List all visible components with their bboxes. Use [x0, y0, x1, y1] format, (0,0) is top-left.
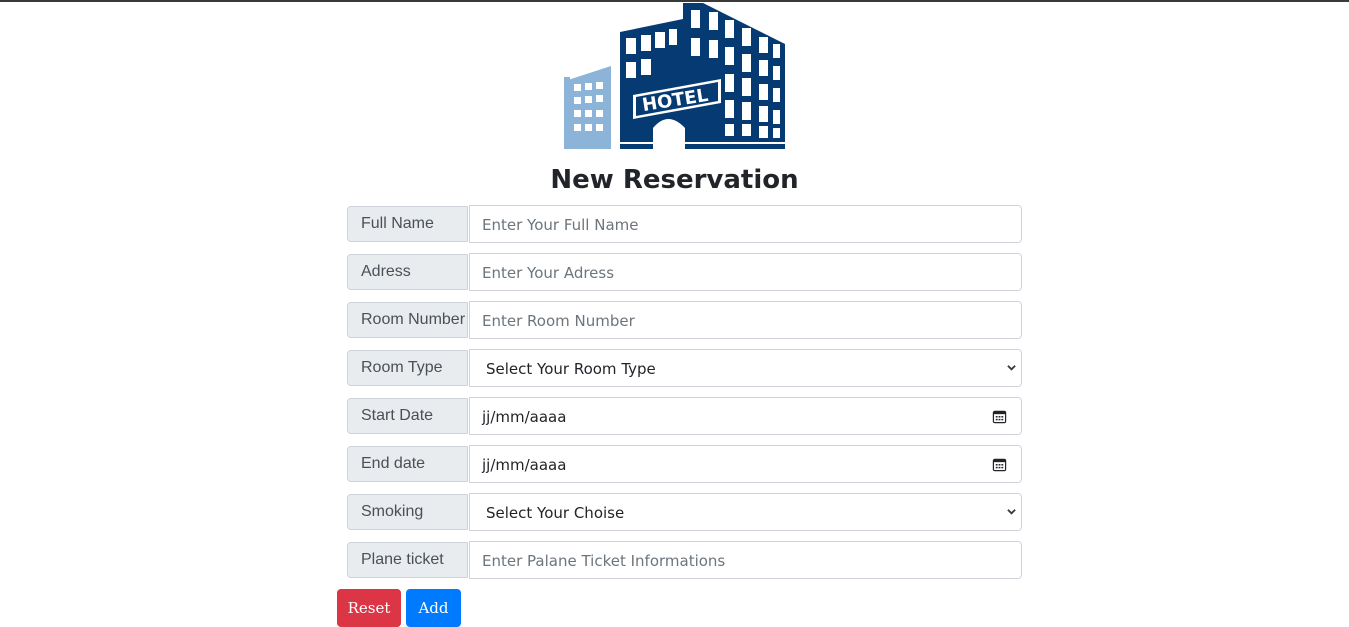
start-date-label: Start Date [347, 398, 468, 434]
full-name-label: Full Name [347, 206, 468, 242]
smoking-select[interactable]: Select Your Choise [469, 493, 1022, 531]
room-number-row: Room Number Enter Room Number [347, 301, 1022, 340]
end-date-label: End date [347, 446, 468, 482]
smoking-selected: Select Your Choise [486, 504, 625, 522]
calendar-icon[interactable] [992, 409, 1007, 424]
plane-ticket-row: Plane ticket Enter Palane Ticket Informa… [347, 541, 1022, 580]
smoking-row: Smoking Select Your Choise [347, 493, 1022, 532]
full-name-row: Full Name Enter Your Full Name [347, 205, 1022, 244]
room-type-row: Room Type Select Your Room Type [347, 349, 1022, 388]
plane-ticket-label: Plane ticket [347, 542, 468, 578]
adress-placeholder: Enter Your Adress [482, 264, 615, 282]
smoking-label: Smoking [347, 494, 468, 530]
full-name-placeholder: Enter Your Full Name [482, 216, 639, 234]
room-number-label: Room Number [347, 302, 468, 338]
adress-label: Adress [347, 254, 468, 290]
chevron-down-icon [1007, 365, 1016, 371]
page-title: New Reservation [550, 165, 799, 195]
reset-button[interactable]: Reset [337, 589, 401, 627]
room-type-selected: Select Your Room Type [486, 360, 656, 378]
start-date-row: Start Date jj/mm/aaaa [347, 397, 1022, 436]
adress-row: Adress Enter Your Adress [347, 253, 1022, 292]
room-number-input[interactable]: Enter Room Number [469, 301, 1022, 339]
start-date-input[interactable]: jj/mm/aaaa [469, 397, 1022, 435]
end-date-input[interactable]: jj/mm/aaaa [469, 445, 1022, 483]
end-date-value: jj/mm/aaaa [482, 456, 567, 474]
start-date-value: jj/mm/aaaa [482, 408, 567, 426]
add-button[interactable]: Add [406, 589, 461, 627]
room-type-label: Room Type [347, 350, 468, 386]
plane-ticket-placeholder: Enter Palane Ticket Informations [482, 552, 726, 570]
full-name-input[interactable]: Enter Your Full Name [469, 205, 1022, 243]
plane-ticket-input[interactable]: Enter Palane Ticket Informations [469, 541, 1022, 579]
hotel-logo: HOTEL [564, 3, 785, 149]
calendar-icon[interactable] [992, 457, 1007, 472]
end-date-row: End date jj/mm/aaaa [347, 445, 1022, 484]
room-number-placeholder: Enter Room Number [482, 312, 635, 330]
adress-input[interactable]: Enter Your Adress [469, 253, 1022, 291]
room-type-select[interactable]: Select Your Room Type [469, 349, 1022, 387]
chevron-down-icon [1007, 509, 1016, 515]
